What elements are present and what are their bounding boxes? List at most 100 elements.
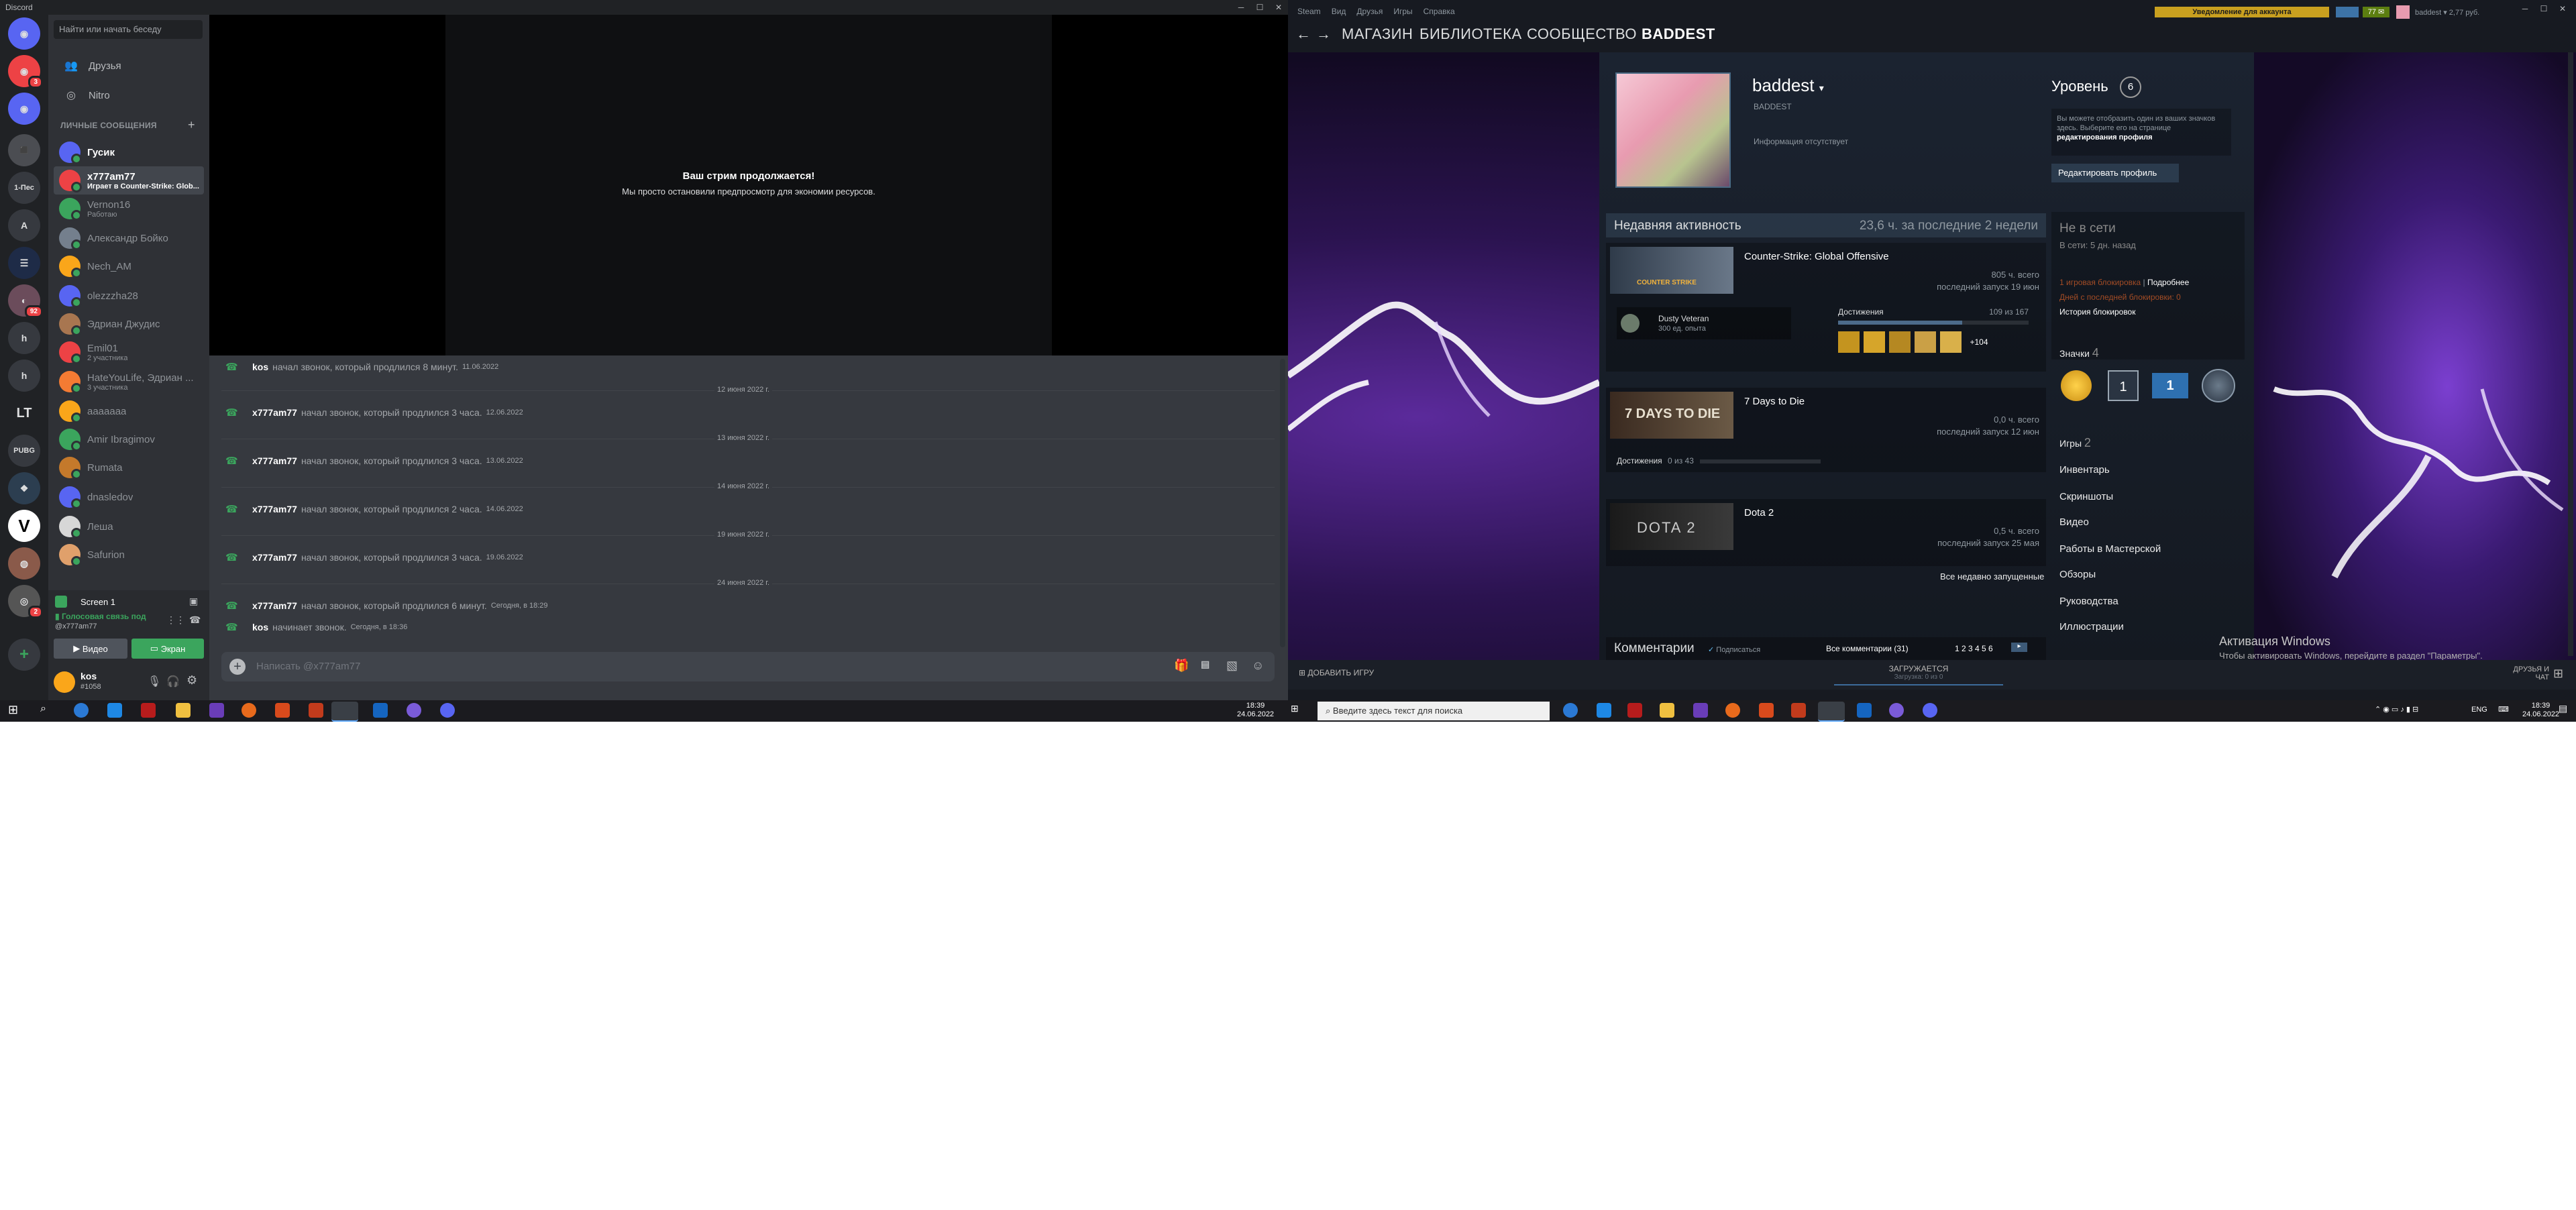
guild-1[interactable]: ◉ 3 — [8, 55, 43, 89]
badge-icon[interactable] — [2061, 370, 2092, 401]
account-notice-button[interactable]: Уведомление для аккаунта — [2155, 7, 2329, 17]
settings-icon[interactable]: ⚙ — [186, 673, 197, 688]
left-clock[interactable]: 18:39 24.06.2022 — [1237, 702, 1274, 719]
guild-3[interactable]: ⬛ — [8, 134, 40, 166]
dm-item[interactable]: Гусик — [54, 138, 204, 166]
dm-item[interactable]: ааааааа — [54, 397, 204, 425]
chrome-icon[interactable] — [1563, 703, 1578, 718]
sticker-icon[interactable]: ▧ — [1226, 659, 1238, 673]
dm-item[interactable]: olezzzha28 — [54, 282, 204, 310]
discord-taskbar-icon[interactable] — [440, 703, 455, 718]
profile-scrollbar[interactable] — [2568, 52, 2573, 656]
nav-library[interactable]: БИБЛИОТЕКА — [1419, 25, 1522, 43]
achievement-icon[interactable] — [1838, 331, 1860, 353]
friends-nav[interactable]: 👥 Друзья — [54, 52, 204, 79]
avatar[interactable] — [2396, 5, 2410, 19]
guild-9[interactable]: h — [8, 360, 40, 392]
profile-link[interactable]: Обзоры — [2059, 569, 2096, 580]
profile-link[interactable]: Инвентарь — [2059, 464, 2110, 476]
github-icon[interactable] — [407, 703, 421, 718]
notifications-button[interactable]: 77 ✉ — [2363, 7, 2390, 17]
nav-store[interactable]: МАГАЗИН — [1342, 25, 1413, 43]
steam-taskbar-icon[interactable] — [1818, 702, 1845, 722]
dm-item[interactable]: Amir Ibragimov — [54, 425, 204, 453]
telegram-icon[interactable] — [1597, 703, 1611, 718]
popout-icon[interactable]: ▣ — [189, 596, 198, 607]
start-icon[interactable]: ⊞ — [1291, 704, 1299, 713]
game-name[interactable]: 7 Days to Die — [1744, 396, 1805, 407]
filezilla-icon[interactable] — [1627, 703, 1642, 718]
guild-7[interactable]: ◐ 92 — [8, 284, 43, 318]
profile-link[interactable]: Работы в Мастерской — [2059, 543, 2161, 555]
tray-icons[interactable]: ⌃ ◉ ▭ ♪ ▮ ⊟ — [2375, 706, 2418, 714]
nav-community[interactable]: СООБЩЕСТВО — [1527, 25, 1637, 43]
guild-4[interactable]: 1-Пес — [8, 172, 40, 204]
achievement-icon[interactable] — [1864, 331, 1885, 353]
edit-profile-link[interactable]: редактирования профиля — [2057, 133, 2153, 142]
dm-item[interactable]: x777am77 Играет в Counter-Strike: Glob... — [54, 166, 204, 195]
achievement-icon[interactable] — [1915, 331, 1936, 353]
search-input[interactable]: Найти или начать беседу — [54, 20, 203, 39]
gif-icon[interactable]: ▤ — [1201, 659, 1210, 670]
menu-item[interactable]: Друзья — [1356, 7, 1383, 16]
dm-item[interactable]: Nech_AM — [54, 252, 204, 280]
game-name[interactable]: Dota 2 — [1744, 507, 1774, 518]
app-icon[interactable] — [1725, 703, 1740, 718]
mic-icon[interactable]: 🎙 — [148, 675, 161, 688]
dm-item[interactable]: dnasledov — [54, 483, 204, 511]
game-badge[interactable]: Dusty Veteran 300 ед. опыта — [1617, 307, 1791, 339]
app-icon[interactable] — [1857, 703, 1872, 718]
start-icon[interactable]: ⊞ — [8, 703, 23, 718]
dm-item[interactable]: Safurion — [54, 541, 204, 569]
dm-item[interactable]: Эдриан Джудис — [54, 310, 204, 338]
subscribe-toggle[interactable]: ✓ Подписаться — [1708, 645, 1760, 654]
message-author[interactable]: x777am77 — [252, 552, 297, 563]
avatar[interactable] — [54, 671, 75, 693]
menu-item[interactable]: Steam — [1297, 7, 1321, 16]
app-icon[interactable] — [241, 703, 256, 718]
guild-5[interactable]: A — [8, 209, 40, 241]
right-clock[interactable]: 18:39 24.06.2022 — [2522, 702, 2559, 719]
taskbar-search-input[interactable]: ⌕ Введите здесь текст для поиска — [1318, 702, 1550, 720]
guild-6[interactable]: ☰ — [8, 247, 40, 279]
search-icon[interactable]: ⌕ — [40, 703, 55, 718]
maximize-icon[interactable]: ☐ — [1250, 0, 1269, 15]
forward-icon[interactable]: → — [1316, 25, 1331, 43]
game-capsule[interactable]: COUNTER STRIKE — [1610, 247, 1733, 294]
close-icon[interactable]: ✕ — [2553, 4, 2572, 19]
message-author[interactable]: kos — [252, 362, 268, 372]
all-comments-link[interactable]: Все комментарии (31) — [1826, 644, 1909, 653]
minimize-icon[interactable]: ─ — [2516, 4, 2534, 19]
screen-button[interactable]: ▭ Экран — [131, 639, 204, 659]
dm-item[interactable]: Emil01 2 участника — [54, 338, 204, 366]
message-author[interactable]: kos — [252, 622, 268, 632]
game-capsule[interactable]: DOTA 2 — [1610, 503, 1733, 550]
message-author[interactable]: x777am77 — [252, 455, 297, 466]
menu-item[interactable]: Игры — [1393, 7, 1412, 16]
disconnect-icon[interactable]: ☎ — [189, 614, 201, 626]
guild-15[interactable]: ◎ 2 — [8, 585, 43, 618]
guild-8[interactable]: h — [8, 322, 40, 354]
comment-pagination[interactable]: 1 2 3 4 5 6 — [1955, 644, 1993, 653]
guild-13[interactable]: V — [8, 510, 40, 542]
game-capsule[interactable]: 7 DAYS TO DIE — [1610, 392, 1733, 439]
gift-icon[interactable]: 🎁 — [1174, 659, 1189, 673]
headphones-icon[interactable]: 🎧 — [166, 675, 180, 688]
guild-2[interactable]: ◉ — [8, 93, 40, 125]
broadcast-icon[interactable] — [2336, 7, 2359, 17]
chrome-icon[interactable] — [74, 703, 89, 718]
guild-14[interactable]: ◍ — [8, 547, 40, 580]
close-icon[interactable]: ✕ — [1269, 0, 1288, 15]
menu-item[interactable]: Вид — [1332, 7, 1346, 16]
next-page-icon[interactable]: ▸ — [2011, 643, 2027, 652]
download-status[interactable]: ЗАГРУЖАЕТСЯ — [1811, 664, 2026, 673]
language-indicator[interactable]: ENG — [2471, 706, 2487, 714]
dm-item[interactable]: Александр Бойко — [54, 224, 204, 252]
dm-item[interactable]: Леша — [54, 512, 204, 541]
profile-link[interactable]: Иллюстрации — [2059, 621, 2124, 632]
app-icon[interactable] — [1759, 703, 1774, 718]
create-dm-icon[interactable]: + — [188, 118, 195, 132]
back-icon[interactable]: ← — [1296, 25, 1311, 43]
add-server-button[interactable]: + — [8, 639, 40, 671]
badge-icon[interactable] — [2202, 369, 2235, 402]
